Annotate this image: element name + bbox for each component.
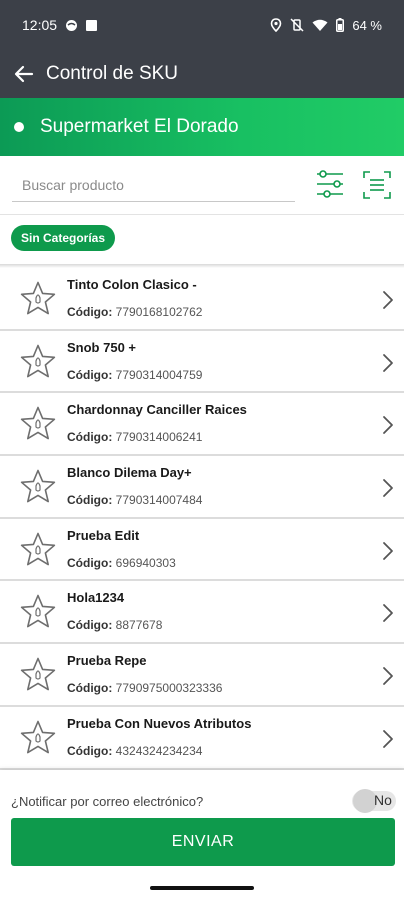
star-icon[interactable] (19, 280, 57, 318)
product-name: Blanco Dilema Day+ (67, 465, 192, 481)
code-label: Código: (67, 493, 113, 508)
notify-toggle[interactable]: No (352, 789, 396, 813)
product-row[interactable]: Prueba Con Nuevos Atributos Código: 43243… (0, 707, 404, 770)
star-icon[interactable] (19, 405, 57, 443)
product-row[interactable]: Chardonnay Canciller Raices Código: 77903… (0, 393, 404, 457)
vibrate-off-icon (290, 18, 304, 32)
chevron-right-icon (382, 478, 394, 498)
code-value: 4324324234234 (115, 743, 203, 758)
arrow-left-icon[interactable] (12, 62, 36, 86)
divider (0, 214, 404, 215)
code-value: 7790314004759 (115, 367, 203, 382)
product-code: Código: 7790168102762 (67, 305, 202, 319)
status-bar: 12:05 64 % (0, 0, 404, 50)
chevron-right-icon (382, 290, 394, 310)
location-icon (270, 18, 282, 32)
star-icon[interactable] (19, 531, 57, 569)
product-code: Código: 4324324234234 (67, 744, 202, 758)
code-value: 7790168102762 (115, 305, 203, 319)
product-code: Código: 7790975000323336 (67, 681, 222, 695)
filter-sliders-icon[interactable] (314, 168, 346, 200)
barcode-scan-icon[interactable] (362, 170, 392, 200)
store-name: Supermarket El Dorado (40, 116, 239, 137)
status-time: 12:05 (22, 17, 58, 33)
star-icon[interactable] (19, 719, 57, 757)
product-name: Tinto Colon Clasico - (67, 277, 197, 292)
code-value: 696940303 (115, 555, 176, 570)
product-code: Código: 7790314006241 (67, 430, 202, 444)
code-value: 7790314007484 (115, 493, 203, 508)
code-value: 7790314006241 (115, 430, 203, 445)
home-gesture-handle[interactable] (150, 886, 254, 890)
search-row (0, 160, 404, 212)
product-code: Código: 7790314007484 (67, 493, 202, 507)
battery-percent: 64 % (352, 17, 382, 33)
product-list: Tinto Colon Clasico - Código: 77901681027… (0, 268, 404, 770)
star-icon[interactable] (19, 343, 57, 381)
product-row[interactable]: Prueba Repe Código: 7790975000323336 (0, 644, 404, 707)
battery-icon (336, 18, 345, 32)
search-input[interactable] (12, 168, 295, 202)
send-button[interactable]: ENVIAR (11, 818, 395, 866)
code-label: Código: (67, 430, 113, 445)
code-label: Código: (67, 555, 113, 570)
code-value: 7790975000323336 (115, 681, 223, 696)
store-status-dot (14, 122, 24, 132)
system-nav-bar (0, 876, 404, 900)
product-name: Prueba Edit (67, 527, 140, 543)
code-label: Código: (67, 681, 113, 696)
product-name: Chardonnay Canciller Raices (67, 402, 247, 418)
code-label: Código: (67, 367, 113, 382)
code-label: Código: (67, 618, 113, 633)
product-name: Hola1234 (67, 590, 125, 606)
product-row[interactable]: Tinto Colon Clasico - Código: 77901681027… (0, 268, 404, 331)
code-label: Código: (67, 305, 113, 319)
product-code: Código: 7790314004759 (67, 368, 202, 382)
product-code: Código: 696940303 (67, 556, 176, 570)
wifi-icon (312, 19, 328, 32)
product-row[interactable]: Snob 750 + Código: 7790314004759 (0, 331, 404, 394)
chevron-right-icon (382, 729, 394, 749)
notify-label: ¿Notificar por correo electrónico? (11, 794, 204, 809)
notification-icon (65, 19, 78, 32)
product-row[interactable]: Blanco Dilema Day+ Código: 7790314007484 (0, 456, 404, 519)
product-row[interactable]: Prueba Edit Código: 696940303 (0, 519, 404, 582)
chevron-right-icon (382, 353, 394, 373)
product-code: Código: 8877678 (67, 618, 162, 632)
category-chip[interactable]: Sin Categorías (11, 225, 116, 251)
product-name: Prueba Con Nuevos Atributos (67, 715, 252, 731)
star-icon[interactable] (19, 656, 57, 694)
star-icon[interactable] (19, 593, 57, 631)
chevron-right-icon (382, 603, 394, 623)
chevron-right-icon (382, 666, 394, 686)
store-header: Supermarket El Dorado (0, 98, 404, 156)
product-name: Prueba Repe (67, 653, 147, 669)
toggle-text: No (374, 792, 392, 808)
chevron-right-icon (382, 541, 394, 561)
product-row[interactable]: Hola1234 Código: 8877678 (0, 581, 404, 645)
code-value: 8877678 (115, 618, 163, 633)
app-bar: Control de SKU (0, 50, 404, 98)
star-icon[interactable] (19, 468, 57, 506)
app-notification-icon (86, 19, 98, 31)
page-title: Control de SKU (46, 63, 179, 84)
chevron-right-icon (382, 415, 394, 435)
product-name: Snob 750 + (67, 339, 136, 355)
code-label: Código: (67, 743, 113, 758)
